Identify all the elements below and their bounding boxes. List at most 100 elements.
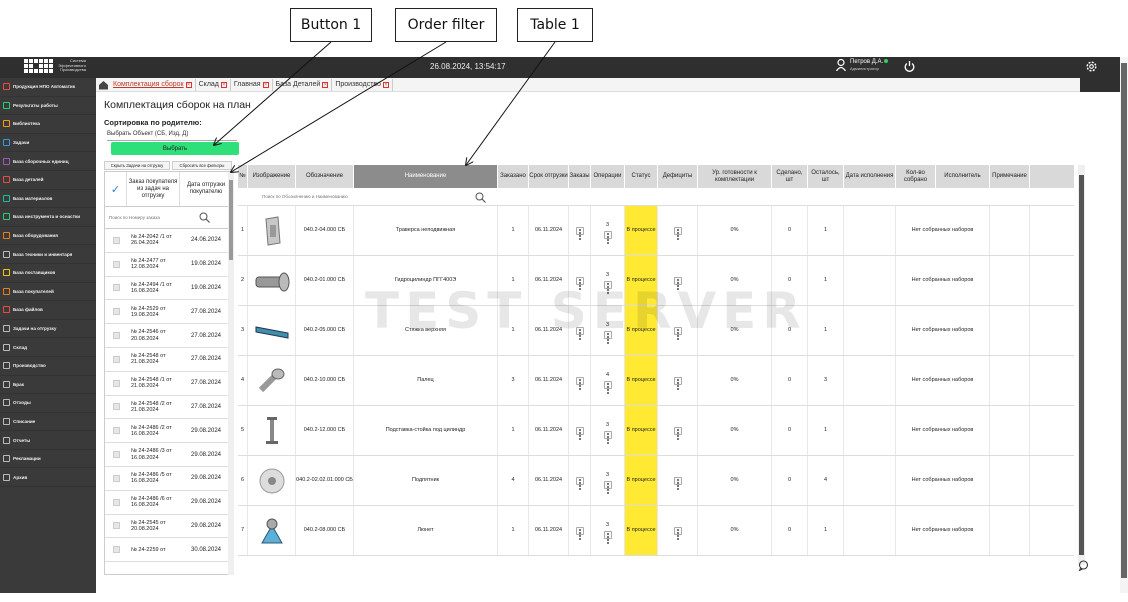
order-row[interactable]: № 24-2529 от 19.08.2024 27.08.2024 (105, 300, 233, 325)
sidebar-item[interactable]: База инструмента и оснастки (0, 208, 96, 227)
column-header[interactable]: Кол-во собрано (896, 165, 936, 188)
orders-list-icon[interactable] (575, 426, 584, 440)
orders-list-icon[interactable] (575, 476, 584, 490)
tab[interactable]: Склад × (196, 78, 231, 91)
deficits-list-icon[interactable] (673, 526, 682, 540)
order-row[interactable]: № 24-2494 /1 от 16.08.2024 19.08.2024 (105, 277, 233, 301)
sidebar-item[interactable]: База техники и инвентаря (0, 245, 96, 264)
column-header[interactable]: Примечание (990, 165, 1030, 188)
column-header[interactable]: Операции (591, 165, 625, 188)
components-search-input[interactable] (262, 188, 462, 205)
tab[interactable]: Производство × (332, 78, 393, 91)
sidebar-item[interactable]: База оборудования (0, 227, 96, 246)
column-header[interactable]: Ур. готовности к комплектации (698, 165, 772, 188)
bearing-part-icon[interactable] (253, 462, 291, 500)
order-row[interactable]: № 24-2477 от 12.08.2024 19.08.2024 (105, 253, 233, 277)
order-row[interactable]: № 24-2546 от 20.08.2024 27.08.2024 (105, 324, 233, 348)
close-icon[interactable]: × (382, 81, 389, 88)
order-row[interactable]: № 24-2548 /1 от 21.08.2024 27.08.2024 (105, 372, 233, 396)
order-checkbox[interactable] (112, 308, 120, 316)
order-checkbox[interactable] (112, 522, 120, 530)
close-icon[interactable]: × (322, 81, 329, 88)
home-tab[interactable] (96, 78, 110, 92)
sidebar-item[interactable]: Результаты работы (0, 97, 96, 116)
orders-list-icon[interactable] (575, 326, 584, 340)
deficits-list-icon[interactable] (673, 426, 682, 440)
table-row[interactable]: 7 040.2-08.000 СБ Люнет 1 06.11.2024 3 В проце… (238, 506, 1074, 556)
power-icon[interactable] (904, 60, 915, 73)
sidebar-item[interactable]: База покупателей (0, 283, 96, 302)
sidebar-item[interactable]: Брак (0, 376, 96, 395)
sidebar-item[interactable]: Списание (0, 413, 96, 432)
column-header[interactable]: Изображение (248, 165, 296, 188)
sidebar-item[interactable]: База сборочных единиц (0, 152, 96, 171)
cradle-part-icon[interactable] (253, 512, 291, 550)
sidebar-item[interactable]: Производство (0, 357, 96, 376)
column-header[interactable]: Заказано (498, 165, 529, 188)
deficits-list-icon[interactable] (673, 476, 682, 490)
tab[interactable]: Главная × (231, 78, 273, 91)
column-header[interactable]: Исполнитель (936, 165, 990, 188)
order-row[interactable]: № 24-2486 /5 от 16.08.2024 29.08.2024 (105, 467, 233, 491)
order-checkbox[interactable] (112, 451, 120, 459)
orders-list-icon[interactable] (575, 526, 584, 540)
sidebar-item[interactable]: Библиотека (0, 115, 96, 134)
close-icon[interactable]: × (185, 81, 192, 88)
orders-list-icon[interactable] (575, 376, 584, 390)
app-logo[interactable]: Система Эффективного Производства (24, 59, 86, 73)
column-header[interactable]: Осталось, шт (808, 165, 844, 188)
deficits-list-icon[interactable] (673, 226, 682, 240)
order-checkbox[interactable] (112, 546, 120, 554)
table-row[interactable]: 6 040.2-02.02.01.000 СБ Подпятник 4 06.11.20… (238, 456, 1074, 506)
order-row[interactable]: № 24-2486 /3 от 16.08.2024 29.08.2024 (105, 443, 233, 467)
order-row[interactable]: № 24-2486 /2 от 16.08.2024 29.08.2024 (105, 419, 233, 444)
table-row[interactable]: 5 040.2-12.000 СБ Подставка-стойка под цил… (238, 406, 1074, 456)
traverse-part-icon[interactable] (253, 212, 291, 250)
tab[interactable]: Комплектация сборок × (110, 78, 196, 91)
order-row[interactable]: № 24-2545 от 20.08.2024 29.08.2024 (105, 515, 233, 539)
hide-shipping-tasks-button[interactable]: Скрыть Задачи на отгрузку (104, 161, 170, 170)
table-row[interactable]: 3 040.2-05.000 СБ Стяжка верхняя 1 06.11.202… (238, 306, 1074, 356)
column-header[interactable]: Дата исполнения (844, 165, 896, 188)
order-checkbox[interactable] (112, 355, 120, 363)
table-row[interactable]: 1 040.2-04.000 СБ Траверса неподвижная 1 06.… (238, 206, 1074, 256)
order-row[interactable]: № 24-2548 от 21.08.2024 27.08.2024 (105, 348, 233, 372)
page-scrollbar[interactable] (1120, 57, 1128, 593)
operations-list-icon[interactable] (603, 380, 612, 394)
operations-list-icon[interactable] (603, 480, 612, 494)
pin-part-icon[interactable] (253, 362, 291, 400)
select-all-check-icon[interactable]: ✓ (105, 172, 127, 206)
tab[interactable]: База Деталей × (273, 78, 333, 91)
column-header[interactable]: Обозначение (296, 165, 354, 188)
order-row[interactable]: № 24-2259 от 30.08.2024 (105, 538, 233, 563)
operations-list-icon[interactable] (603, 280, 612, 294)
column-header[interactable]: Заказы (569, 165, 591, 188)
chat-icon[interactable] (1078, 560, 1089, 571)
choose-button[interactable]: Выбрать (111, 142, 239, 155)
close-icon[interactable]: × (262, 81, 269, 88)
order-checkbox[interactable] (112, 284, 120, 292)
orders-list-icon[interactable] (575, 276, 584, 290)
sidebar-item[interactable]: Задачи (0, 134, 96, 153)
sidebar-item[interactable]: Рекламации (0, 450, 96, 469)
deficits-list-icon[interactable] (673, 276, 682, 290)
hydraulic-cylinder-icon[interactable] (253, 262, 291, 300)
column-header[interactable]: Срок отгрузки (529, 165, 569, 188)
sidebar-item[interactable]: База деталей (0, 171, 96, 190)
sidebar-item[interactable]: Отходы (0, 394, 96, 413)
order-row[interactable]: № 24-2042 /1 от 26.04.2024 24.06.2024 (105, 229, 233, 253)
table-row[interactable]: 2 040.2-01.000 СБ Гидроцилиндр ПГГ400Э 1 06.… (238, 256, 1074, 306)
sidebar-item[interactable]: База поставщиков (0, 264, 96, 283)
sidebar-item[interactable]: Задачи на отгрузку (0, 320, 96, 339)
deficits-list-icon[interactable] (673, 326, 682, 340)
sidebar-item[interactable]: Отчеты (0, 431, 96, 450)
column-header[interactable]: Дефициты (658, 165, 698, 188)
column-header[interactable]: Сделано, шт (772, 165, 808, 188)
operations-list-icon[interactable] (603, 430, 612, 444)
operations-list-icon[interactable] (603, 230, 612, 244)
order-checkbox[interactable] (112, 403, 120, 411)
column-header[interactable]: № (238, 165, 248, 188)
user-menu[interactable]: Петров Д.А. Администратор (836, 59, 889, 71)
orders-scrollbar[interactable] (228, 172, 234, 575)
order-checkbox[interactable] (112, 427, 120, 435)
